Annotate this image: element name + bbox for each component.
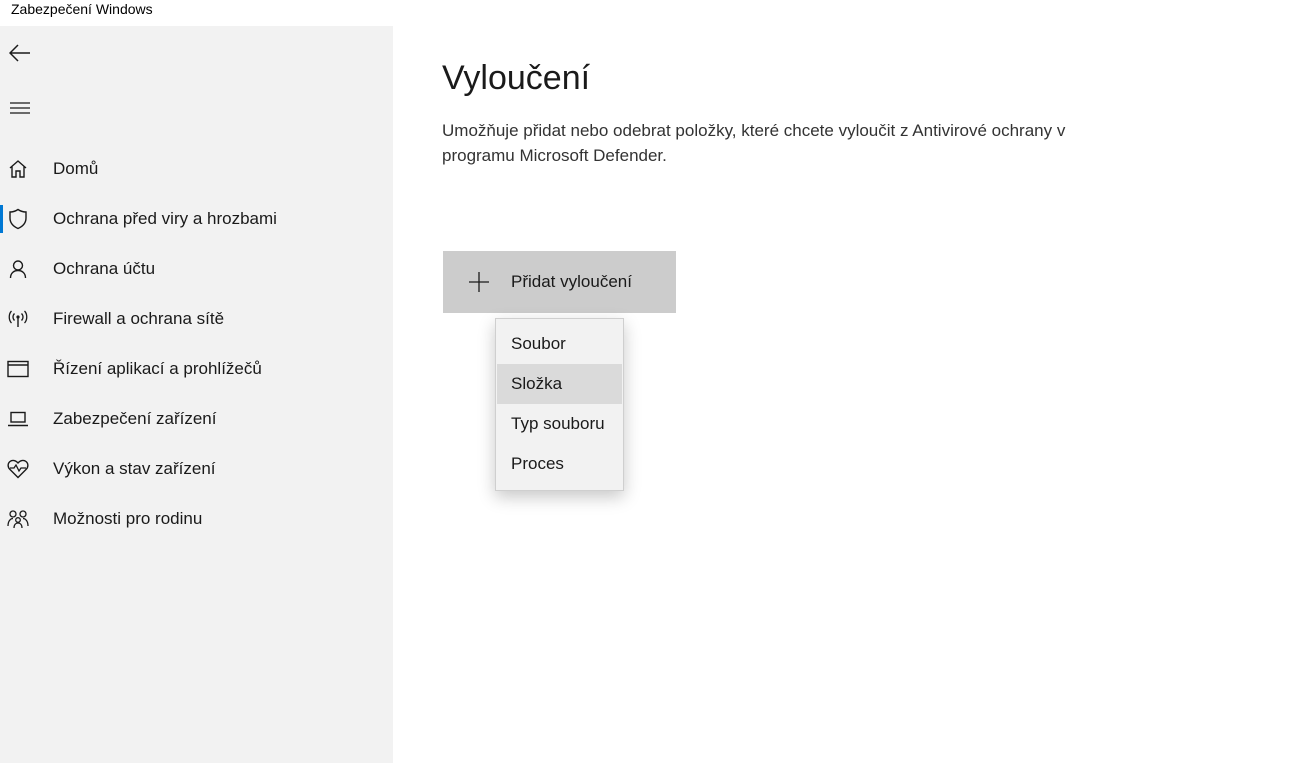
app-window-icon [7,358,29,380]
sidebar-item-label: Výkon a stav zařízení [53,459,216,478]
sidebar-item-label: Možnosti pro rodinu [53,509,203,528]
sidebar-item-app-browser-control[interactable]: Řízení aplikací a prohlížečů [0,349,393,389]
hamburger-menu-button[interactable] [0,88,40,128]
menu-item-file-type[interactable]: Typ souboru [497,404,622,444]
add-exclusion-label: Přidat vyloučení [511,272,632,291]
sidebar-item-label: Ochrana účtu [53,259,156,278]
window-title: Zabezpečení Windows [0,0,1295,26]
family-icon [7,508,29,530]
person-icon [7,258,29,280]
back-arrow-icon [9,44,30,62]
add-exclusion-button[interactable]: Přidat vyloučení [443,251,676,313]
back-button[interactable] [0,33,40,73]
home-icon [7,158,29,180]
sidebar-item-family-options[interactable]: Možnosti pro rodinu [0,499,393,539]
sidebar-item-home[interactable]: Domů [0,149,393,189]
shield-icon [7,208,29,230]
sidebar-item-device-performance[interactable]: Výkon a stav zařízení [0,449,393,489]
sidebar-item-device-security[interactable]: Zabezpečení zařízení [0,399,393,439]
heart-pulse-icon [7,458,29,480]
sidebar-item-label: Firewall a ochrana sítě [53,309,225,328]
plus-icon [469,272,489,292]
sidebar-item-label: Řízení aplikací a prohlížečů [53,359,262,378]
menu-item-folder[interactable]: Složka [497,364,622,404]
page-title: Vyloučení [442,59,591,97]
sidebar-item-label: Zabezpečení zařízení [53,409,217,428]
wireless-icon [7,308,29,330]
hamburger-icon [10,102,30,114]
page-description: Umožňuje přidat nebo odebrat položky, kt… [442,121,1066,165]
sidebar-item-account-protection[interactable]: Ochrana účtu [0,249,393,289]
sidebar-item-virus-protection[interactable]: Ochrana před viry a hrozbami [0,199,393,239]
menu-item-process[interactable]: Proces [497,444,622,484]
menu-item-file[interactable]: Soubor [497,324,622,364]
sidebar: Domů Ochrana před viry a hrozbami Ochran… [0,26,393,763]
sidebar-item-label: Ochrana před viry a hrozbami [53,209,277,228]
sidebar-item-firewall[interactable]: Firewall a ochrana sítě [0,299,393,339]
exclusion-type-menu: Soubor Složka Typ souboru Proces [495,318,624,491]
active-indicator [0,205,3,233]
sidebar-item-label: Domů [53,159,99,178]
main-content: Vyloučení Umožňuje přidat nebo odebrat p… [393,26,1295,763]
laptop-icon [7,408,29,430]
